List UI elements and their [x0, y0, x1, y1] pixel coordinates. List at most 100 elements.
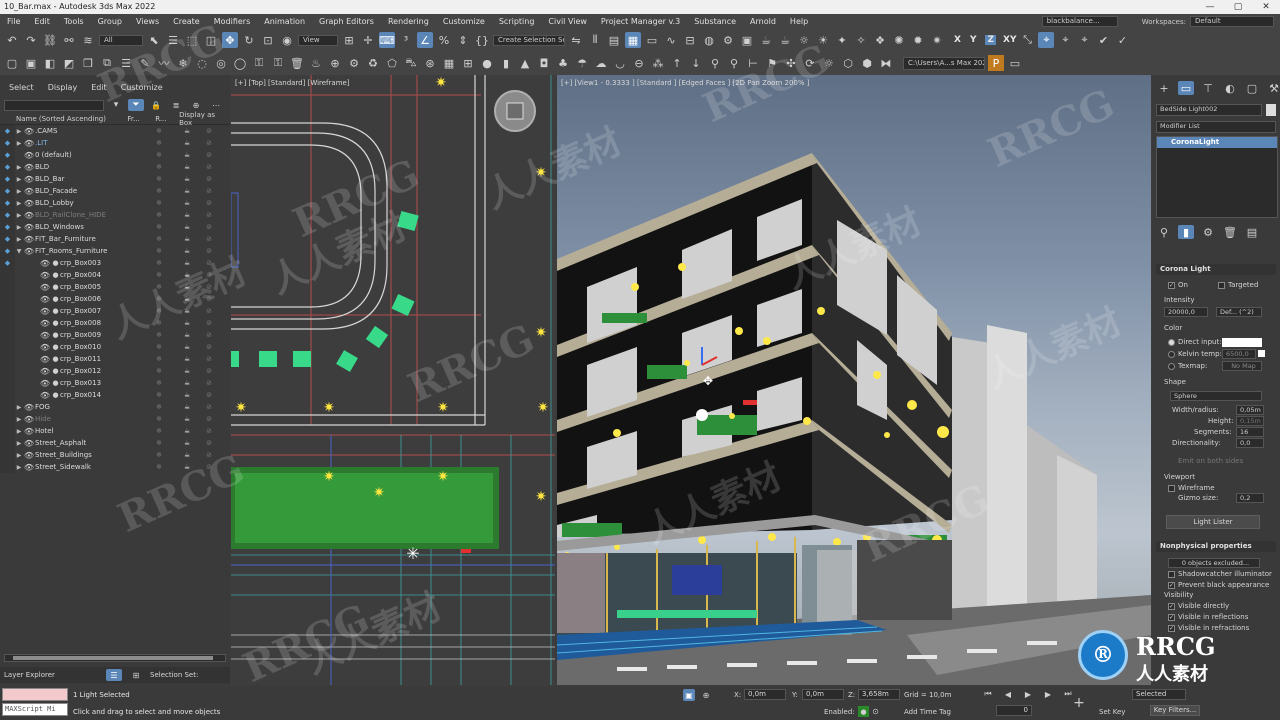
targeted-checkbox[interactable]: Targeted	[1218, 281, 1258, 289]
camera-icon[interactable]: ◘	[536, 55, 552, 71]
menu-graph-editors[interactable]: Graph Editors	[312, 17, 381, 26]
axis-x-button[interactable]: X	[954, 35, 961, 45]
layer-name[interactable]: crp_Box010	[60, 343, 145, 351]
pin-icon[interactable]: ⚲	[707, 55, 723, 71]
curve-editor-icon[interactable]: ∿	[663, 32, 679, 48]
layer-name[interactable]: 0 (default)	[35, 151, 145, 159]
expand-toggle-icon[interactable]: ▶	[15, 188, 23, 195]
layer-name[interactable]: Hotel	[35, 427, 145, 435]
xref-icon[interactable]: ⧉	[99, 55, 115, 71]
freeze-toggle-icon[interactable]: ❄	[145, 187, 173, 195]
bind-space-warp-icon[interactable]: ≋	[80, 32, 96, 48]
compass-icon[interactable]: ✣	[783, 55, 799, 71]
row-gutter-icon[interactable]: ◆	[0, 209, 15, 221]
layer-row[interactable]: 👁 ● crp_Box005 ❄ ☕ ⊘	[0, 281, 230, 293]
layer-name[interactable]: crp_Box014	[60, 391, 145, 399]
menu-customize[interactable]: Customize	[436, 17, 492, 26]
visibility-eye-icon[interactable]: 👁	[23, 211, 35, 220]
visibility-eye-icon[interactable]: 👁	[23, 127, 35, 136]
freeze-toggle-icon[interactable]: ❄	[145, 343, 173, 351]
layer-name[interactable]: crp_Box003	[60, 259, 145, 267]
row-gutter-icon[interactable]	[0, 389, 15, 401]
expand-toggle-icon[interactable]: ▶	[15, 236, 23, 243]
layer-row[interactable]: ◆ ▶ 👁 BLD_Lobby ❄ ☕ ⊘	[0, 197, 230, 209]
current-frame-field[interactable]: 0	[996, 705, 1032, 716]
toggle-ribbon-icon[interactable]: ▭	[644, 32, 660, 48]
layer-row[interactable]: 👁 ● crp_Box006 ❄ ☕ ⊘	[0, 293, 230, 305]
isolate-selection-icon[interactable]: ▣	[683, 689, 695, 701]
maximize-button[interactable]: ▢	[1224, 0, 1252, 14]
edit-named-selection-icon[interactable]: {}	[474, 32, 490, 48]
visibility-eye-icon[interactable]: 👁	[39, 271, 51, 280]
bowl-icon[interactable]: ◡	[612, 55, 628, 71]
display-as-box-icon[interactable]: ⊘	[201, 295, 217, 303]
expand-toggle-icon[interactable]: ▶	[15, 212, 23, 219]
freeze-toggle-icon[interactable]: ❄	[145, 427, 173, 435]
row-gutter-icon[interactable]	[0, 317, 15, 329]
tape-icon[interactable]: ✔	[1095, 32, 1111, 48]
expand-toggle-icon[interactable]: ▶	[15, 440, 23, 447]
render-toggle-icon[interactable]: ☕	[173, 391, 201, 399]
select-place-icon[interactable]: ◉	[279, 32, 295, 48]
expand-toggle-icon[interactable]: ▶	[15, 140, 23, 147]
object-color-swatch[interactable]	[1266, 104, 1276, 116]
motion-tab-icon[interactable]: ◐	[1222, 81, 1238, 95]
wireframe-checkbox[interactable]: Wireframe	[1168, 484, 1215, 492]
settings-icon[interactable]: ⋯	[208, 99, 224, 111]
visibility-eye-icon[interactable]: 👁	[39, 367, 51, 376]
row-gutter-icon[interactable]	[0, 365, 15, 377]
menu-animation[interactable]: Animation	[257, 17, 312, 26]
freeze-toggle-icon[interactable]: ❄	[145, 451, 173, 459]
render-toggle-icon[interactable]: ☕	[173, 127, 201, 135]
new-scene-icon[interactable]: ▢	[4, 55, 20, 71]
intensity-spinner[interactable]: 20000,0	[1164, 307, 1208, 317]
column-renderable[interactable]: R...	[155, 115, 179, 123]
corona-light-icon[interactable]: ✹	[910, 32, 926, 48]
trash-icon[interactable]: ♻	[365, 55, 381, 71]
project-folder-icon[interactable]: P	[988, 55, 1004, 71]
render-toggle-icon[interactable]: ☕	[173, 319, 201, 327]
texmap-radio[interactable]: Texmap:	[1168, 362, 1207, 370]
tree-icon[interactable]: ♣	[555, 55, 571, 71]
freeze-toggle-icon[interactable]: ❄	[145, 211, 173, 219]
visibility-eye-icon[interactable]: 👁	[23, 439, 35, 448]
expand-toggle-icon[interactable]: ▶	[15, 452, 23, 459]
workspaces-dropdown[interactable]: Default	[1190, 16, 1274, 27]
render-toggle-icon[interactable]: ☕	[173, 271, 201, 279]
visibility-eye-icon[interactable]: 👁	[23, 139, 35, 148]
menu-project-manager[interactable]: Project Manager v.3	[594, 17, 687, 26]
visibility-eye-icon[interactable]: 👁	[39, 355, 51, 364]
tab-edit[interactable]: Edit	[91, 83, 107, 97]
keyboard-shortcut-override-icon[interactable]: ⌨	[379, 32, 395, 48]
layer-row[interactable]: 👁 ● crp_Box014 ❄ ☕ ⊘	[0, 389, 230, 401]
display-as-box-icon[interactable]: ⊘	[201, 139, 217, 147]
emit-both-sides-checkbox[interactable]: Emit on both sides	[1178, 457, 1243, 465]
freeze-toggle-icon[interactable]: ❄	[145, 151, 173, 159]
row-gutter-icon[interactable]: ◆	[0, 197, 15, 209]
select-move-icon[interactable]: ✥	[222, 32, 238, 48]
cylinder-icon[interactable]: ▮	[498, 55, 514, 71]
menu-help[interactable]: Help	[783, 17, 815, 26]
render-toggle-icon[interactable]: ☕	[173, 415, 201, 423]
angle-snap-icon[interactable]: ∠	[417, 32, 433, 48]
visibility-eye-icon[interactable]: 👁	[39, 307, 51, 316]
sphere-icon[interactable]: ●	[479, 55, 495, 71]
menu-civil-view[interactable]: Civil View	[541, 17, 594, 26]
freeze-toggle-icon[interactable]: ❄	[145, 259, 173, 267]
corona-scatter-icon[interactable]: ❖	[872, 32, 888, 48]
menu-arnold[interactable]: Arnold	[743, 17, 783, 26]
layer-manager-icon[interactable]: ◩	[61, 55, 77, 71]
display-as-box-icon[interactable]: ⊘	[201, 151, 217, 159]
mirror-icon[interactable]: ⇋	[568, 32, 584, 48]
menu-edit[interactable]: Edit	[27, 17, 57, 26]
directionality-spinner[interactable]: 0,0	[1236, 438, 1264, 448]
freeze-toggle-icon[interactable]: ❄	[145, 127, 173, 135]
row-gutter-icon[interactable]	[0, 437, 15, 449]
menu-scripting[interactable]: Scripting	[492, 17, 542, 26]
kelvin-temp-spinner[interactable]: 6500,0	[1222, 349, 1256, 359]
freeze-toggle-icon[interactable]: ❄	[145, 175, 173, 183]
freeze-toggle-icon[interactable]: ❄	[145, 355, 173, 363]
layer-name[interactable]: Street_Asphalt	[35, 439, 145, 447]
layer-row[interactable]: ◆ ▶ 👁 BLD_Windows ❄ ☕ ⊘	[0, 221, 230, 233]
layer-name[interactable]: crp_Box011	[60, 355, 145, 363]
